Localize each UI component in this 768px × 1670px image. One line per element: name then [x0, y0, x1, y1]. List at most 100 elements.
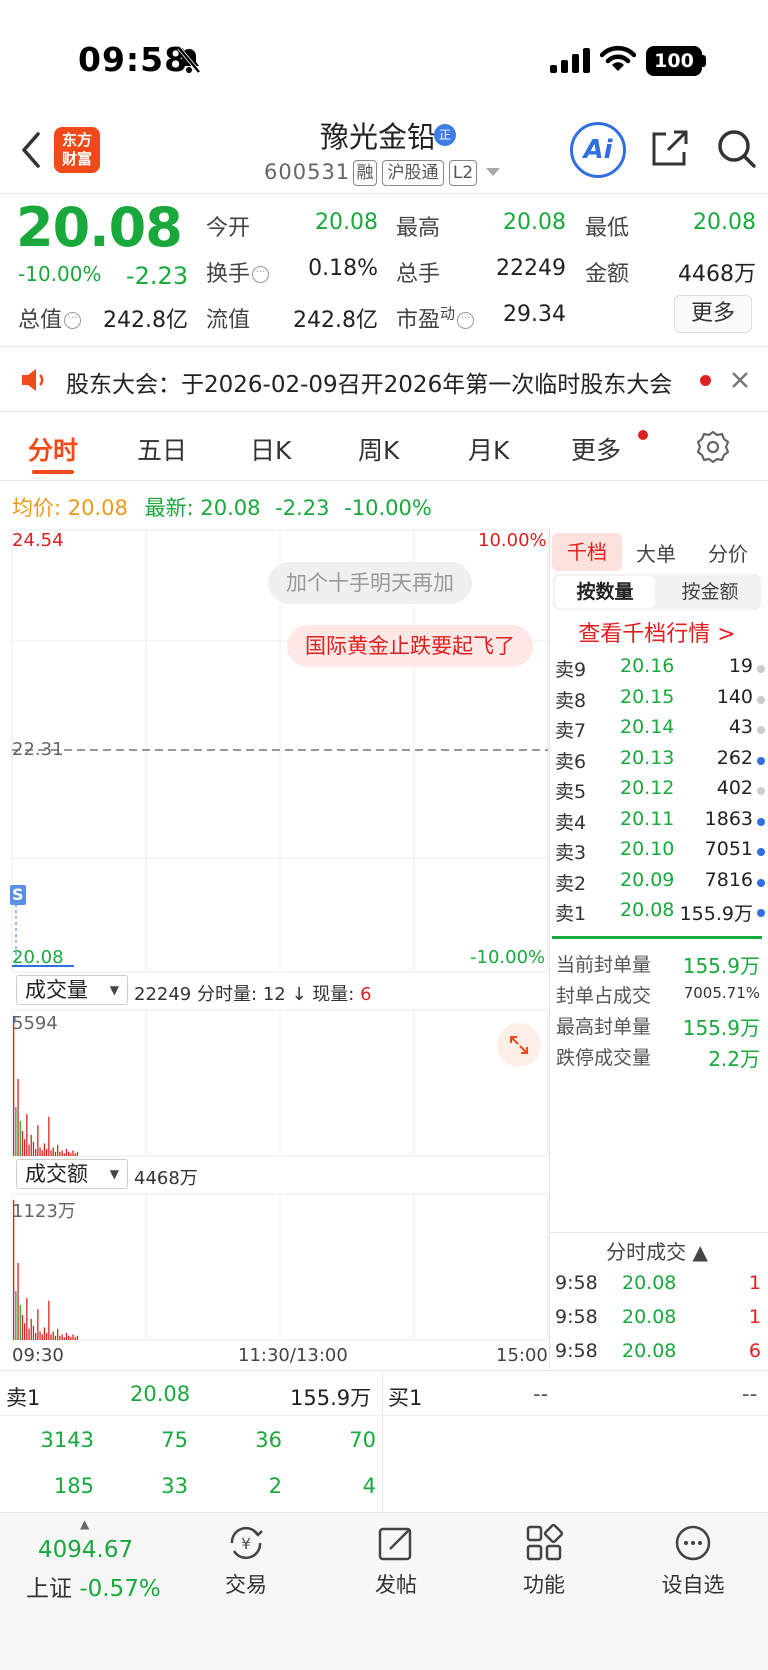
bar: [46, 1149, 48, 1156]
bar: [76, 1151, 79, 1156]
seal-row: 当前封单量 155.9万: [556, 954, 760, 978]
tab-qiandang[interactable]: 千档: [552, 533, 622, 571]
info-icon[interactable]: ···: [252, 266, 270, 283]
tab-intraday[interactable]: 分时: [28, 431, 78, 467]
tab-monthly-k[interactable]: 月K: [468, 431, 509, 467]
ask-volume: 19: [728, 655, 753, 677]
pe-label: 市盈动 ···: [396, 302, 475, 334]
pe-value: 29.34: [503, 302, 566, 327]
sell1-volume: 155.9万: [290, 1386, 372, 1410]
notification-dot: [638, 430, 648, 440]
ask-label: 卖8: [555, 689, 587, 712]
time-start: 09:30: [12, 1345, 64, 1366]
tag-connect: 沪股通: [382, 160, 444, 186]
bar: [26, 1114, 28, 1156]
bar: [32, 1326, 35, 1340]
bar: [13, 1016, 15, 1156]
sell-marker[interactable]: S: [12, 885, 24, 904]
ask-dot: [757, 695, 765, 704]
tick-header[interactable]: 分时成交 ▲: [552, 1236, 762, 1265]
stock-name: 豫光金铅: [319, 120, 436, 154]
ask-volume: 402: [716, 777, 753, 799]
bar: [74, 1337, 76, 1340]
view-qiandang-link[interactable]: 查看千档行情 >: [552, 616, 762, 648]
divider: [0, 1415, 768, 1416]
time-mid: 11:30/13:00: [238, 1345, 348, 1366]
float-cap-label: 流值: [206, 308, 251, 333]
bar: [21, 1314, 24, 1340]
bar: [61, 1150, 63, 1156]
tab-big-orders[interactable]: 大单: [636, 538, 676, 567]
tab-price-dist[interactable]: 分价: [708, 538, 748, 567]
last-price: 20.08: [16, 196, 183, 259]
bar: [57, 1144, 59, 1156]
edit-icon: [378, 1527, 412, 1561]
ask-volume: 1863: [704, 807, 753, 830]
volume-max: 5594: [12, 1013, 58, 1034]
gear-icon[interactable]: [696, 430, 730, 464]
high-value: 20.08: [503, 210, 566, 235]
chevron-down-icon[interactable]: [486, 168, 500, 178]
ai-button[interactable]: Ai: [570, 122, 626, 178]
divider: [0, 411, 768, 412]
stock-code: 600531: [264, 160, 351, 184]
seal-row: 跌停成交量 2.2万: [556, 1047, 760, 1071]
divider: [382, 1372, 383, 1512]
ask-label: 卖7: [555, 720, 587, 742]
bar: [57, 1328, 59, 1340]
amount-label: 金额: [585, 262, 630, 287]
speaker-icon: [22, 369, 44, 391]
info-icon[interactable]: ···: [457, 312, 475, 329]
ask-dot: [757, 878, 765, 887]
bar: [30, 1319, 32, 1340]
search-icon[interactable]: [716, 128, 758, 170]
buy1-volume: --: [742, 1382, 758, 1406]
low-label: 最低: [585, 216, 630, 241]
tab-more[interactable]: 更多: [571, 431, 621, 467]
share-icon[interactable]: [650, 128, 690, 168]
bar: [68, 1151, 70, 1156]
svg-text:¥: ¥: [241, 1535, 251, 1553]
bar: [39, 1147, 41, 1156]
seg-by-amount[interactable]: 按金额: [660, 576, 760, 608]
bar: [30, 1135, 32, 1156]
tab-five-day[interactable]: 五日: [137, 431, 187, 467]
bar: [54, 1151, 57, 1156]
sell1-price: 20.08: [130, 1382, 191, 1406]
comment-bubble[interactable]: 加个十手明天再加: [268, 562, 472, 604]
ask-volume: 140: [716, 685, 753, 708]
expand-icon[interactable]: [497, 1023, 541, 1067]
bar: [15, 1291, 17, 1340]
axis-bottom-price: 20.08: [12, 947, 64, 968]
buy1-price: --: [533, 1382, 549, 1406]
tab-daily-k[interactable]: 日K: [250, 431, 291, 467]
ask-label: 卖3: [555, 842, 587, 864]
volume-selector[interactable]: 成交量 ▼: [16, 975, 128, 1005]
bar: [19, 1121, 21, 1156]
more-button[interactable]: 更多: [674, 295, 752, 333]
ask-row: 卖5 20.12 402: [555, 777, 765, 807]
bar: [63, 1153, 65, 1156]
bottom-nav: ▲ 4094.67 上证 -0.57% ¥ 交易 发帖 功能 设自选: [0, 1512, 768, 1670]
amount-selector[interactable]: 成交额 ▼: [16, 1159, 128, 1189]
bar: [37, 1125, 39, 1156]
ask-row: 卖9 20.16 19: [555, 655, 765, 685]
unread-dot: [700, 375, 711, 386]
announcement-text[interactable]: 股东大会：于2026-02-09召开2026年第一次临时股东大会: [66, 365, 686, 399]
ask-row: 卖3 20.10 7051: [555, 838, 765, 868]
comment-bubble-highlight[interactable]: 国际黄金止跌要起飞了: [287, 625, 533, 667]
bar: [50, 1334, 52, 1340]
back-icon[interactable]: [18, 130, 44, 170]
bar: [15, 1107, 17, 1156]
ask-row: 卖4 20.11 1863: [555, 808, 765, 838]
close-icon[interactable]: [730, 370, 750, 390]
tab-weekly-k[interactable]: 周K: [358, 431, 399, 467]
ask-dot: [757, 817, 765, 826]
info-icon[interactable]: ···: [64, 312, 82, 329]
seg-by-quantity[interactable]: 按数量: [555, 576, 655, 608]
ask-price: 20.16: [620, 655, 675, 677]
ask-price: 20.12: [620, 777, 675, 799]
tag-l2: L2: [449, 160, 477, 186]
index-ticker[interactable]: ▲ 4094.67 上证 -0.57%: [0, 1513, 180, 1613]
ask-volume: 262: [716, 746, 753, 769]
